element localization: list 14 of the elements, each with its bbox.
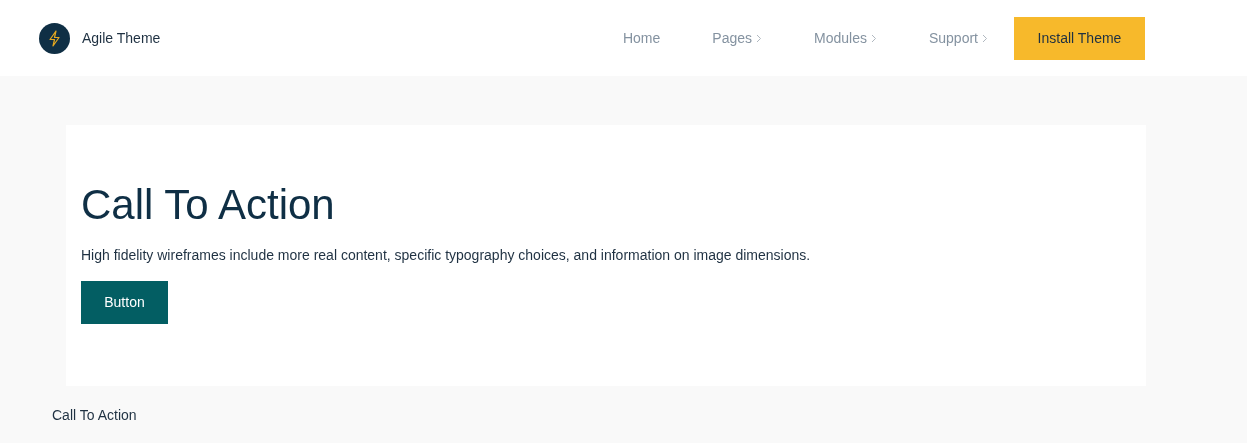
card-description: High fidelity wireframes include more real content, specific typography choices, and information on image dimensions. — [81, 246, 811, 265]
nav-link[interactable]: Modules — [814, 27, 877, 49]
nav-link[interactable]: Support — [928, 27, 988, 49]
install-theme-button[interactable]: Install Theme — [1014, 16, 1145, 60]
caption-text: Call To Action — [52, 406, 137, 425]
lightning-logo-icon — [39, 22, 70, 54]
chevron-right-icon — [756, 33, 763, 43]
chevron-right-icon — [870, 33, 877, 43]
nav-link[interactable]: Home — [622, 27, 661, 49]
chevron-right-icon — [982, 33, 988, 43]
nav-link[interactable]: Pages — [712, 27, 763, 49]
card-title: Call To Action — [81, 180, 335, 230]
brand-name: Agile Theme — [82, 28, 161, 48]
card-button[interactable]: Button — [81, 281, 168, 324]
